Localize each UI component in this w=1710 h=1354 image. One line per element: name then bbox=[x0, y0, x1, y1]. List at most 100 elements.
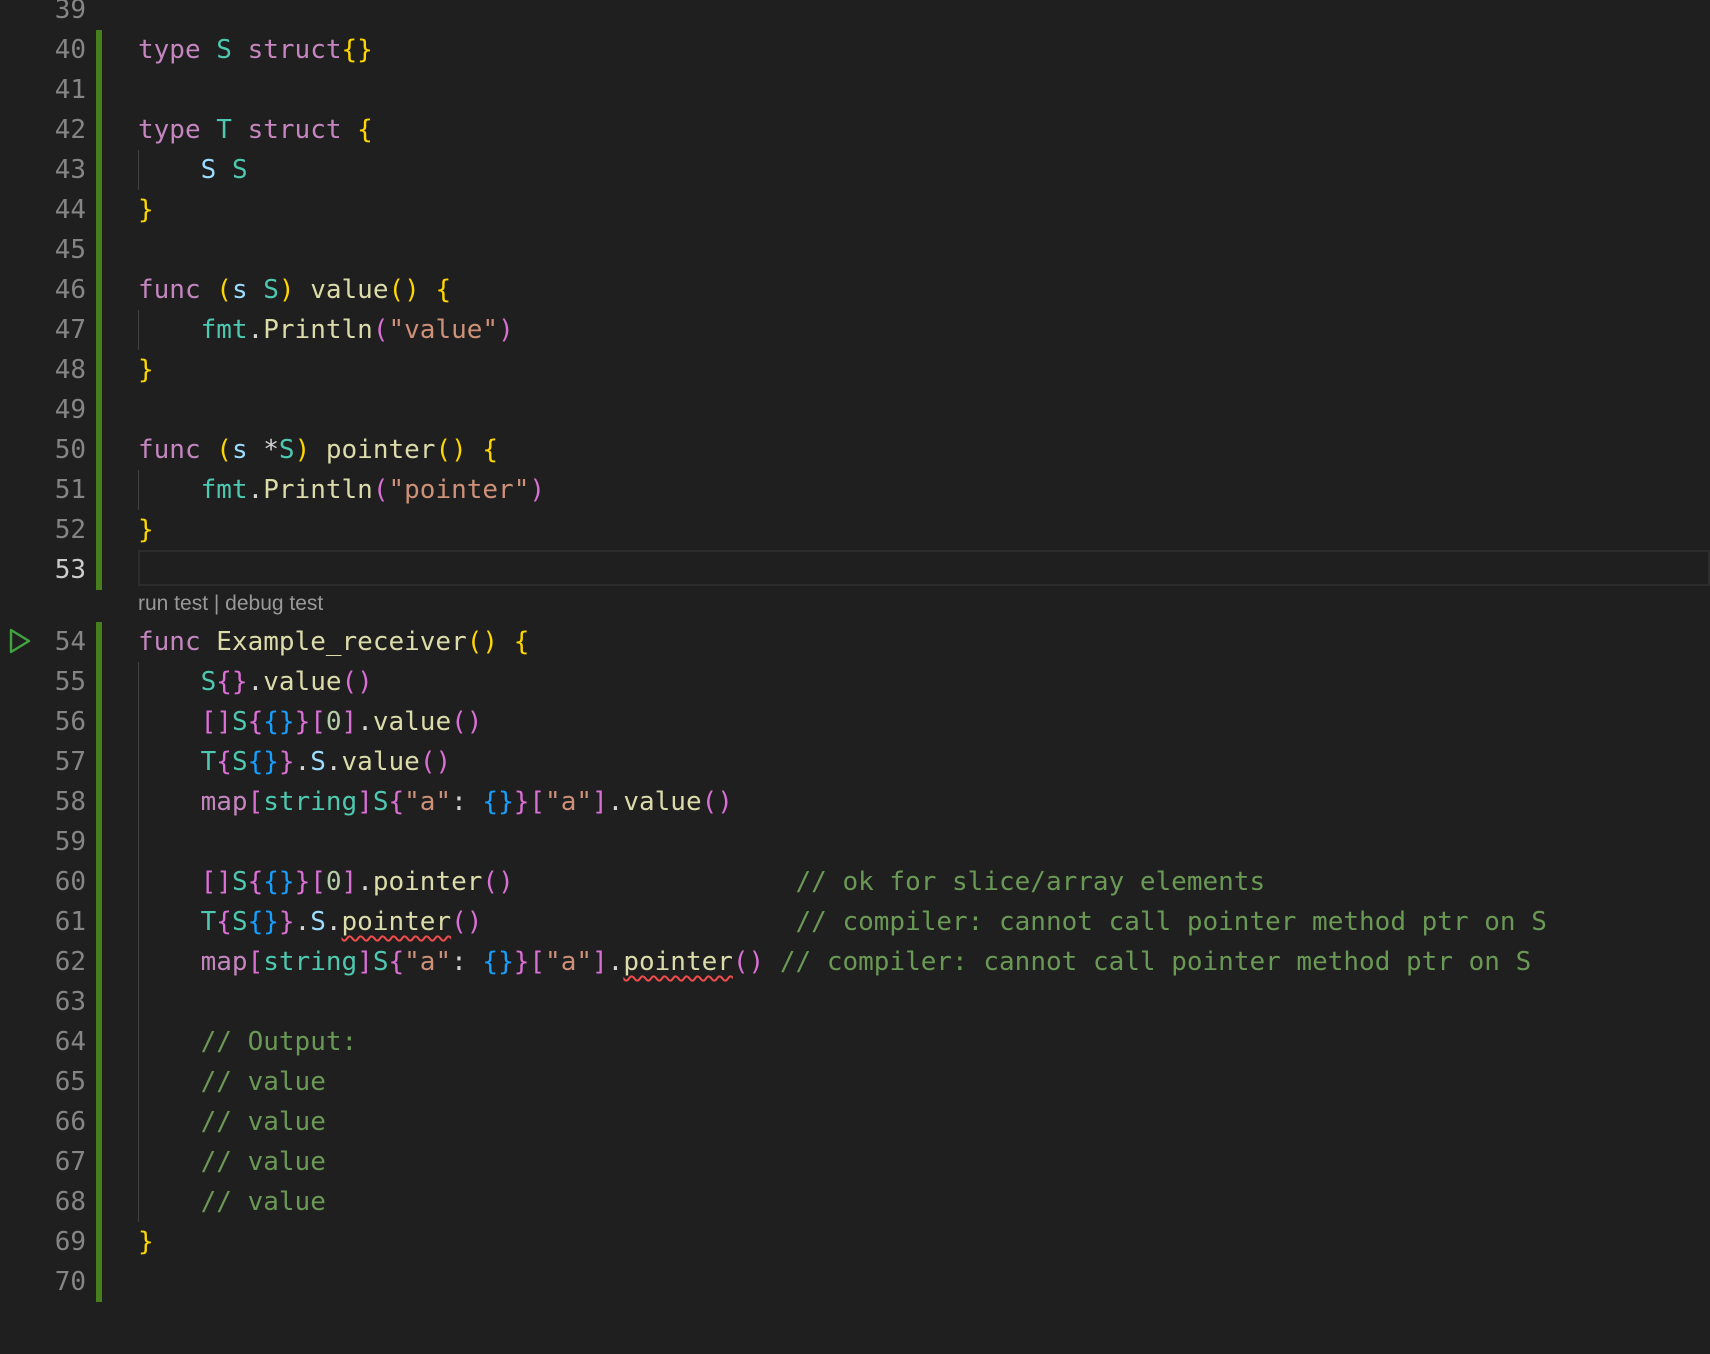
code-line[interactable]: 66 // value bbox=[0, 1102, 1710, 1142]
code-token: Example_receiver bbox=[216, 627, 467, 657]
line-number: 43 bbox=[54, 155, 86, 185]
code-line[interactable]: 64 // Output: bbox=[0, 1022, 1710, 1062]
code-editor[interactable]: run test | debug test 39 40 type S struct{… bbox=[0, 0, 1710, 1354]
line-code: T{S{}}.S.value() bbox=[138, 742, 452, 782]
line-code: fmt.Println("pointer") bbox=[138, 470, 545, 510]
code-token: [ bbox=[529, 947, 546, 977]
code-token: } bbox=[138, 515, 154, 545]
line-code: fmt.Println("value") bbox=[138, 310, 514, 350]
code-token: . bbox=[294, 747, 311, 777]
code-token: () bbox=[451, 707, 483, 737]
code-token: } bbox=[138, 195, 154, 225]
code-line[interactable]: 45 bbox=[0, 230, 1710, 270]
line-number: 48 bbox=[54, 355, 86, 385]
code-token: pointer bbox=[325, 435, 436, 465]
code-line[interactable]: 69} bbox=[0, 1222, 1710, 1262]
code-token: "a" bbox=[545, 947, 593, 977]
code-token: . bbox=[247, 667, 264, 697]
code-line[interactable]: 56 []S{{}}[0].value() bbox=[0, 702, 1710, 742]
code-token: s bbox=[231, 275, 248, 305]
code-line[interactable]: 70 bbox=[0, 1262, 1710, 1302]
code-line[interactable]: 59 bbox=[0, 822, 1710, 862]
code-token: func bbox=[138, 275, 201, 305]
code-line[interactable]: 47 fmt.Println("value") bbox=[0, 310, 1710, 350]
code-token: "a" bbox=[545, 787, 593, 817]
code-token: fmt bbox=[200, 475, 248, 505]
code-line[interactable]: 63 bbox=[0, 982, 1710, 1022]
code-token: [ bbox=[247, 787, 264, 817]
code-token: ] bbox=[357, 787, 373, 817]
line-code: type S struct{} bbox=[138, 30, 373, 70]
line-code: // value bbox=[138, 1102, 326, 1142]
line-number: 55 bbox=[54, 667, 86, 697]
code-line[interactable]: 51 fmt.Println("pointer") bbox=[0, 470, 1710, 510]
code-line[interactable]: 40 type S struct{} bbox=[0, 30, 1710, 70]
code-line[interactable]: 42 type T struct { bbox=[0, 110, 1710, 150]
code-token: // value bbox=[200, 1107, 326, 1137]
code-token: map bbox=[200, 947, 248, 977]
code-token: ] bbox=[357, 947, 373, 977]
code-line[interactable]: 62 map[string]S{"a": {}}["a"].pointer() … bbox=[0, 942, 1710, 982]
code-line[interactable]: 48} bbox=[0, 350, 1710, 390]
code-token: : bbox=[451, 787, 483, 817]
code-token: ) bbox=[294, 435, 311, 465]
code-token: . bbox=[247, 315, 264, 345]
code-token: { bbox=[216, 747, 232, 777]
code-line[interactable]: 53 bbox=[0, 550, 1710, 590]
code-line[interactable]: 46 func (s S) value() { bbox=[0, 270, 1710, 310]
line-code: S{}.value() bbox=[138, 662, 373, 702]
code-line[interactable]: 50 func (s *S) pointer() { bbox=[0, 430, 1710, 470]
code-token: {} bbox=[263, 867, 295, 897]
code-line[interactable]: 58 map[string]S{"a": {}}["a"].value() bbox=[0, 782, 1710, 822]
line-number: 40 bbox=[54, 35, 86, 65]
code-token: "a" bbox=[404, 947, 452, 977]
code-line[interactable]: 43 S S bbox=[0, 150, 1710, 190]
line-code: // Output: bbox=[138, 1022, 358, 1062]
line-number: 66 bbox=[54, 1107, 86, 1137]
code-token: Println bbox=[263, 475, 373, 505]
code-line[interactable]: 41 bbox=[0, 70, 1710, 110]
code-token: S bbox=[263, 275, 279, 305]
code-token: type bbox=[138, 35, 201, 65]
code-line[interactable]: 57 T{S{}}.S.value() bbox=[0, 742, 1710, 782]
code-token: S bbox=[231, 707, 248, 737]
codelens-debug-test[interactable]: debug test bbox=[225, 592, 323, 615]
code-token: T bbox=[200, 747, 217, 777]
code-token: S bbox=[231, 867, 248, 897]
code-line[interactable]: 49 bbox=[0, 390, 1710, 430]
code-line[interactable]: 67 // value bbox=[0, 1142, 1710, 1182]
code-line[interactable]: 60 []S{{}}[0].pointer() // ok for slice/… bbox=[0, 862, 1710, 902]
code-token: func bbox=[138, 627, 201, 657]
code-line[interactable]: 65 // value bbox=[0, 1062, 1710, 1102]
code-line[interactable]: 44} bbox=[0, 190, 1710, 230]
code-token: [ bbox=[247, 947, 264, 977]
line-code: S S bbox=[138, 150, 248, 190]
code-token: {} bbox=[263, 707, 295, 737]
code-token: {} bbox=[247, 747, 279, 777]
code-token: T bbox=[216, 115, 232, 145]
code-token: { bbox=[247, 867, 264, 897]
code-line[interactable]: 68 // value bbox=[0, 1182, 1710, 1222]
code-line[interactable]: 54 func Example_receiver() { bbox=[0, 622, 1710, 662]
code-line[interactable]: 55 S{}.value() bbox=[0, 662, 1710, 702]
codelens-separator: | bbox=[208, 592, 226, 615]
code-token: : bbox=[451, 947, 483, 977]
code-line[interactable]: 61 T{S{}}.S.pointer() // compiler: canno… bbox=[0, 902, 1710, 942]
code-token: value bbox=[263, 667, 342, 697]
line-number: 59 bbox=[54, 827, 86, 857]
code-token: {} bbox=[341, 35, 373, 65]
codelens-run-test[interactable]: run test bbox=[138, 592, 208, 615]
code-line[interactable]: 39 bbox=[0, 0, 1710, 30]
code-token: S bbox=[231, 907, 248, 937]
code-token: S bbox=[372, 947, 389, 977]
line-number: 64 bbox=[54, 1027, 86, 1057]
code-line[interactable]: 52} bbox=[0, 510, 1710, 550]
